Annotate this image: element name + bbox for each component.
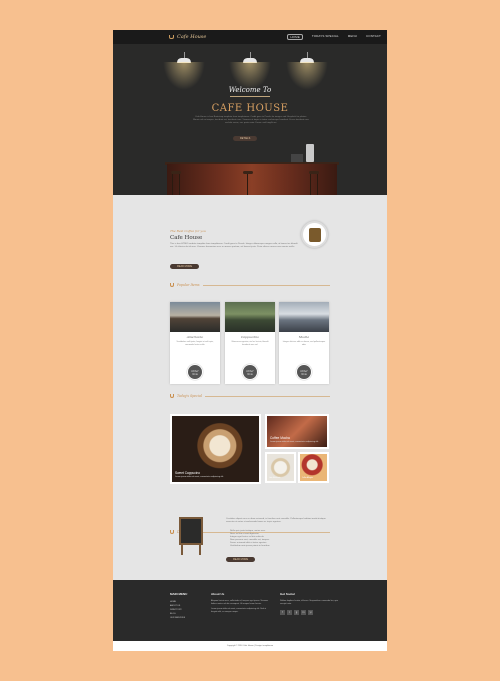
popular-item-card: Mocha Integer ultricies nibh eu lorem, s… bbox=[279, 302, 329, 384]
special-mocha-image[interactable]: Coffee Mocha Lorem ipsum dolor sit amet,… bbox=[265, 414, 329, 449]
footer: MAIN MENU HOME ABOUT US DIRECTORY BLOG O… bbox=[113, 580, 387, 641]
hero-section: Welcome To CAFE HOUSE Cafe House is free… bbox=[113, 44, 387, 196]
special-subtitle: Lorem ipsum dolor sit amet, consectetur … bbox=[175, 476, 224, 478]
bar-stool-image bbox=[309, 171, 319, 196]
bar-counter-image bbox=[167, 164, 337, 195]
special-title: Sweet Cappucino bbox=[175, 471, 200, 475]
footer-about-text: Aliquam lacinia arcu, sollicitudin id, t… bbox=[211, 600, 269, 605]
pendant-lamp-icon bbox=[286, 52, 328, 90]
footer-about: About Us Aliquam lacinia arcu, sollicitu… bbox=[211, 592, 271, 617]
special-latte-image[interactable]: Latte Macchiato bbox=[265, 452, 296, 483]
website-page: Cafe House HOME TODAYS SPECIAL MENU CONT… bbox=[113, 30, 387, 651]
main-menu: HOME TODAYS SPECIAL MENU CONTACT bbox=[287, 34, 381, 40]
divider bbox=[230, 96, 270, 97]
bar-stool-image bbox=[243, 171, 253, 196]
order-now-badge[interactable]: Order Now bbox=[187, 364, 203, 380]
hero-details-button[interactable]: DETAILS bbox=[233, 136, 258, 141]
nav-home[interactable]: HOME bbox=[287, 34, 303, 40]
special-latte-art-image[interactable]: Sweet Cappucino Lorem ipsum dolor sit am… bbox=[170, 414, 261, 484]
bar-stool-image bbox=[171, 171, 181, 196]
footer-social-text: Nullam dapibus lacinia, id lorem. Suspen… bbox=[280, 600, 339, 605]
popular-item-card: Americano Vestibulum velit justo, feugia… bbox=[170, 302, 220, 384]
item-image bbox=[170, 302, 220, 332]
daily-read-more-button[interactable]: READ MORE bbox=[226, 557, 256, 562]
footer-link-services[interactable]: OUR SERVICES bbox=[170, 616, 187, 620]
todays-special-heading: Today's Special bbox=[170, 394, 330, 398]
nav-todays-special[interactable]: TODAYS SPECIAL bbox=[312, 34, 339, 40]
footer-heading: About Us bbox=[211, 592, 225, 596]
chalkboard-menu-image bbox=[173, 517, 211, 555]
item-description: Maecenas egestas, nisl ac lacinia, bland… bbox=[231, 341, 269, 346]
popular-item-card: Cappuccino Maecenas egestas, nisl ac lac… bbox=[225, 302, 275, 384]
coffee-maker-image bbox=[301, 221, 328, 248]
footer-heading: Get Social bbox=[280, 592, 295, 596]
nav-menu[interactable]: MENU bbox=[348, 34, 357, 40]
pendant-lamp-icon bbox=[163, 52, 205, 90]
intro-title: Cafe House bbox=[170, 235, 203, 241]
daily-menu-list: Nulla quis justo tristique, varius arcu.… bbox=[230, 530, 270, 547]
footer-about-text: Lorem ipsum dolor sit amet, consectetur … bbox=[211, 608, 267, 614]
list-item: Vestibulum ante ipsum primis in faucibus… bbox=[230, 545, 270, 548]
intro-read-more-button[interactable]: READ MORE bbox=[170, 264, 200, 269]
special-title: Coffee Mocha bbox=[270, 436, 290, 440]
facebook-icon[interactable]: f bbox=[280, 610, 285, 616]
divider bbox=[202, 284, 330, 286]
nav-contact[interactable]: CONTACT bbox=[366, 34, 381, 40]
item-description: Integer ultricies nibh eu lorem, sed pel… bbox=[282, 341, 326, 346]
google-plus-icon[interactable]: g bbox=[294, 610, 299, 616]
intro-subtitle: The Best Coffee for you bbox=[170, 229, 206, 233]
hero-title: CAFE HOUSE bbox=[211, 103, 289, 114]
twitter-icon[interactable]: t bbox=[287, 610, 292, 616]
footer-main-menu: MAIN MENU HOME ABOUT US DIRECTORY BLOG O… bbox=[170, 592, 187, 620]
daily-menu-text: Curabitur aliquet arcu ac diam euismod, … bbox=[226, 518, 326, 523]
coffee-cup-icon bbox=[170, 283, 174, 287]
popular-items-heading: Popular Items bbox=[170, 283, 330, 287]
item-image bbox=[279, 302, 329, 332]
special-subtitle: Lorem ipsum dolor sit amet, consectetur … bbox=[270, 441, 319, 443]
footer-heading: MAIN MENU bbox=[170, 592, 188, 596]
intro-text: This is free HTML5 website template from… bbox=[170, 243, 298, 248]
brand-logo[interactable]: Cafe House bbox=[169, 34, 206, 40]
coffee-cup-icon bbox=[169, 35, 174, 39]
coffee-machine-image bbox=[306, 144, 314, 162]
special-caption: Coffee Affogato bbox=[302, 478, 313, 479]
espresso-grinder-image bbox=[291, 154, 303, 162]
social-icons: f t g in yt bbox=[280, 610, 340, 616]
hero-welcome: Welcome To bbox=[228, 86, 272, 94]
item-description: Vestibulum velit justo, feugiat et velit… bbox=[176, 341, 214, 346]
item-image bbox=[225, 302, 275, 332]
order-now-badge[interactable]: Order Now bbox=[242, 364, 258, 380]
copyright: Copyright © 2016 Cafe House | Design: te… bbox=[113, 641, 387, 651]
coffee-cup-icon bbox=[170, 394, 174, 398]
special-affogato-image[interactable]: Coffee Affogato bbox=[298, 452, 329, 483]
footer-social: Get Social Nullam dapibus lacinia, id lo… bbox=[280, 592, 340, 616]
pendant-lamp-icon bbox=[229, 52, 271, 90]
brand-name: Cafe House bbox=[177, 34, 207, 40]
top-navbar: Cafe House HOME TODAYS SPECIAL MENU CONT… bbox=[113, 30, 387, 44]
divider bbox=[204, 395, 330, 397]
hero-description: Cafe House is free Bootstrap template fr… bbox=[193, 116, 309, 124]
linkedin-icon[interactable]: in bbox=[301, 610, 306, 616]
order-now-badge[interactable]: Order Now bbox=[296, 364, 312, 380]
special-caption: Latte Macchiato bbox=[269, 478, 281, 479]
youtube-icon[interactable]: yt bbox=[308, 610, 313, 616]
